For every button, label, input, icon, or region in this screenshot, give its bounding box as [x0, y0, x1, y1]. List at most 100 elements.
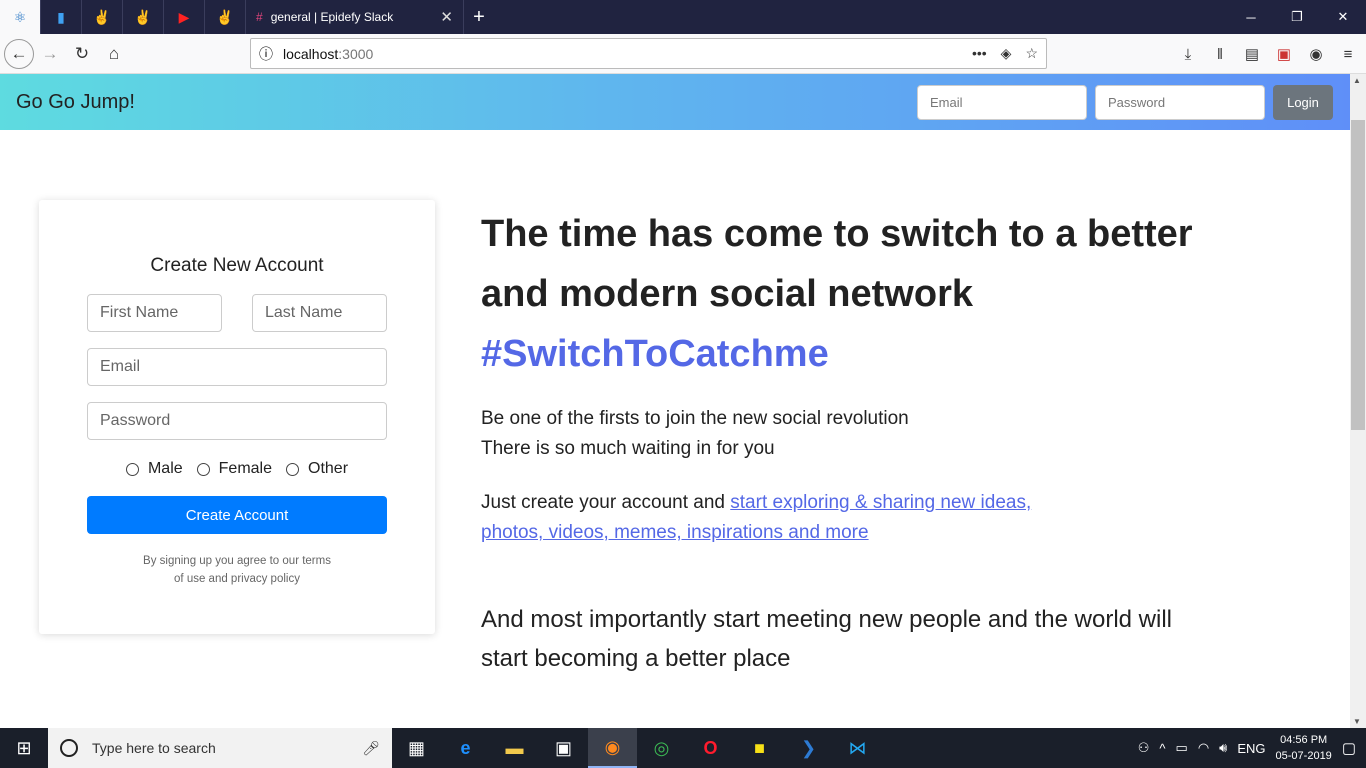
scroll-up-icon[interactable]: ▲: [1353, 76, 1361, 85]
clock-time: 04:56 PM: [1280, 734, 1328, 746]
peace-hand-icon: ✌: [93, 8, 111, 25]
gender-male[interactable]: Male: [125, 460, 183, 478]
slack-icon: #: [256, 10, 263, 24]
extension-icon[interactable]: ▣: [1274, 40, 1294, 68]
tab-analytics[interactable]: ▮: [41, 0, 82, 34]
scroll-thumb[interactable]: [1351, 120, 1365, 430]
library-icon[interactable]: ‖: [1210, 40, 1230, 68]
download-icon[interactable]: ⤓: [1178, 40, 1198, 68]
cortana-icon: [60, 739, 78, 757]
windows-start-icon[interactable]: ⊞: [0, 728, 48, 768]
last-name-input[interactable]: [252, 294, 387, 332]
peace-hand-icon: ✌: [216, 8, 234, 25]
pocket-icon[interactable]: ◈: [1001, 45, 1012, 62]
radio-button[interactable]: [125, 462, 139, 476]
more-actions-icon[interactable]: •••: [972, 45, 987, 62]
clock[interactable]: 04:56 PM 05-07-2019: [1276, 732, 1332, 764]
task-view-icon[interactable]: ▦: [392, 728, 441, 768]
login-form: Login: [917, 85, 1333, 120]
create-account-button[interactable]: Create Account: [87, 496, 387, 534]
search-placeholder: Type here to search: [92, 740, 216, 756]
signup-email-input[interactable]: [87, 348, 387, 386]
volume-icon[interactable]: 🔊︎: [1219, 740, 1227, 756]
sidebar-icon[interactable]: ▤: [1242, 40, 1262, 68]
first-name-input[interactable]: [87, 294, 222, 332]
tab-peace-3[interactable]: ✌: [205, 0, 246, 34]
bookmark-star-icon[interactable]: ☆: [1025, 45, 1038, 62]
edge-icon[interactable]: e: [441, 728, 490, 768]
firefox-icon[interactable]: ◉: [588, 728, 637, 768]
battery-icon[interactable]: ▭: [1176, 740, 1188, 756]
home-button[interactable]: ⌂: [98, 38, 130, 70]
login-email-input[interactable]: [917, 85, 1087, 120]
notifications-icon[interactable]: ▢: [1342, 739, 1356, 757]
url-bar[interactable]: ⓘ localhost:3000 ••• ◈ ☆: [250, 38, 1047, 69]
tab-slack[interactable]: # general | Epidefy Slack ✕: [246, 0, 464, 34]
powershell-icon[interactable]: ❯: [784, 728, 833, 768]
signup-title: Create New Account: [150, 255, 324, 276]
hero-title-line: The time has come to switch to a better: [481, 213, 1193, 255]
signup-card: Create New Account Male Female Other Cre…: [39, 200, 435, 634]
hero-section: The time has come to switch to a better …: [481, 204, 1241, 678]
file-explorer-icon[interactable]: ▬: [490, 728, 539, 768]
signup-password-input[interactable]: [87, 402, 387, 440]
brand-logo[interactable]: Go Go Jump!: [16, 91, 135, 114]
gender-label: Other: [308, 460, 349, 477]
people-icon[interactable]: ⚇: [1138, 740, 1150, 756]
gender-female[interactable]: Female: [196, 460, 273, 478]
terms-line: By signing up you agree to our terms: [143, 555, 331, 567]
vscode-icon[interactable]: ⋈: [833, 728, 882, 768]
language-indicator[interactable]: ENG: [1237, 741, 1265, 756]
peace-hand-icon: ✌: [134, 8, 152, 25]
chrome-icon[interactable]: ◎: [637, 728, 686, 768]
tab-youtube[interactable]: ▶: [164, 0, 205, 34]
back-button[interactable]: ←: [4, 38, 34, 69]
intro-line: There is so much waiting in for you: [481, 438, 775, 459]
youtube-icon: ▶: [178, 8, 190, 25]
browser-tab-bar: ⚛ ▮ ✌ ✌ ▶ ✌ # general | Epidefy Slack ✕ …: [0, 0, 1366, 34]
sticky-notes-icon[interactable]: ■: [735, 728, 784, 768]
account-icon[interactable]: ◉: [1306, 40, 1326, 68]
closing-paragraph: And most importantly start meeting new p…: [481, 606, 1173, 672]
tab-peace-1[interactable]: ✌: [82, 0, 123, 34]
tab-react[interactable]: ⚛: [0, 0, 41, 34]
tab-peace-2[interactable]: ✌: [123, 0, 164, 34]
gender-label: Male: [147, 460, 183, 477]
radio-button[interactable]: [196, 462, 210, 476]
scroll-down-icon[interactable]: ▼: [1353, 717, 1361, 726]
close-window-icon[interactable]: ✕: [1320, 0, 1366, 34]
menu-icon[interactable]: ≡: [1338, 40, 1358, 68]
radio-button[interactable]: [286, 462, 300, 476]
show-hidden-icons[interactable]: ^: [1159, 741, 1165, 756]
clock-date: 05-07-2019: [1275, 750, 1332, 762]
cta-prefix: Just create your account and: [481, 492, 731, 513]
restore-icon[interactable]: ❐: [1274, 0, 1320, 34]
login-button[interactable]: Login: [1273, 85, 1333, 120]
login-password-input[interactable]: [1095, 85, 1265, 120]
forward-button[interactable]: →: [34, 38, 66, 70]
system-tray: ⚇ ^ ▭ ◠ 🔊︎ ENG 04:56 PM 05-07-2019 ▢: [1138, 732, 1366, 764]
info-icon[interactable]: ⓘ: [259, 44, 273, 64]
gender-other[interactable]: Other: [286, 460, 348, 478]
hero-title-line: and modern social network: [481, 273, 973, 315]
opera-icon[interactable]: O: [686, 728, 735, 768]
store-icon[interactable]: ▣: [539, 728, 588, 768]
intro-line: Be one of the firsts to join the new soc…: [481, 408, 909, 429]
terms-line: of use and privacy policy: [174, 573, 300, 585]
taskbar-search[interactable]: Type here to search 🎤︎: [48, 728, 392, 768]
close-tab-icon[interactable]: ✕: [440, 8, 453, 26]
hashtag: #SwitchToCatchme: [481, 333, 829, 375]
url-host: localhost: [283, 45, 339, 62]
site-header: Go Go Jump! Login: [0, 74, 1350, 130]
microphone-icon[interactable]: 🎤︎: [362, 740, 380, 757]
wifi-icon[interactable]: ◠: [1198, 740, 1209, 756]
reload-button[interactable]: ↻: [66, 38, 98, 70]
gender-options: Male Female Other: [39, 460, 435, 478]
gender-label: Female: [218, 460, 273, 477]
tab-title: general | Epidefy Slack: [270, 10, 394, 24]
new-tab-button[interactable]: +: [464, 0, 494, 34]
minimize-icon[interactable]: ─: [1228, 0, 1274, 34]
page-scrollbar[interactable]: ▲ ▼: [1350, 74, 1366, 728]
react-icon: ⚛: [13, 8, 27, 25]
url-port: :3000: [338, 45, 374, 62]
